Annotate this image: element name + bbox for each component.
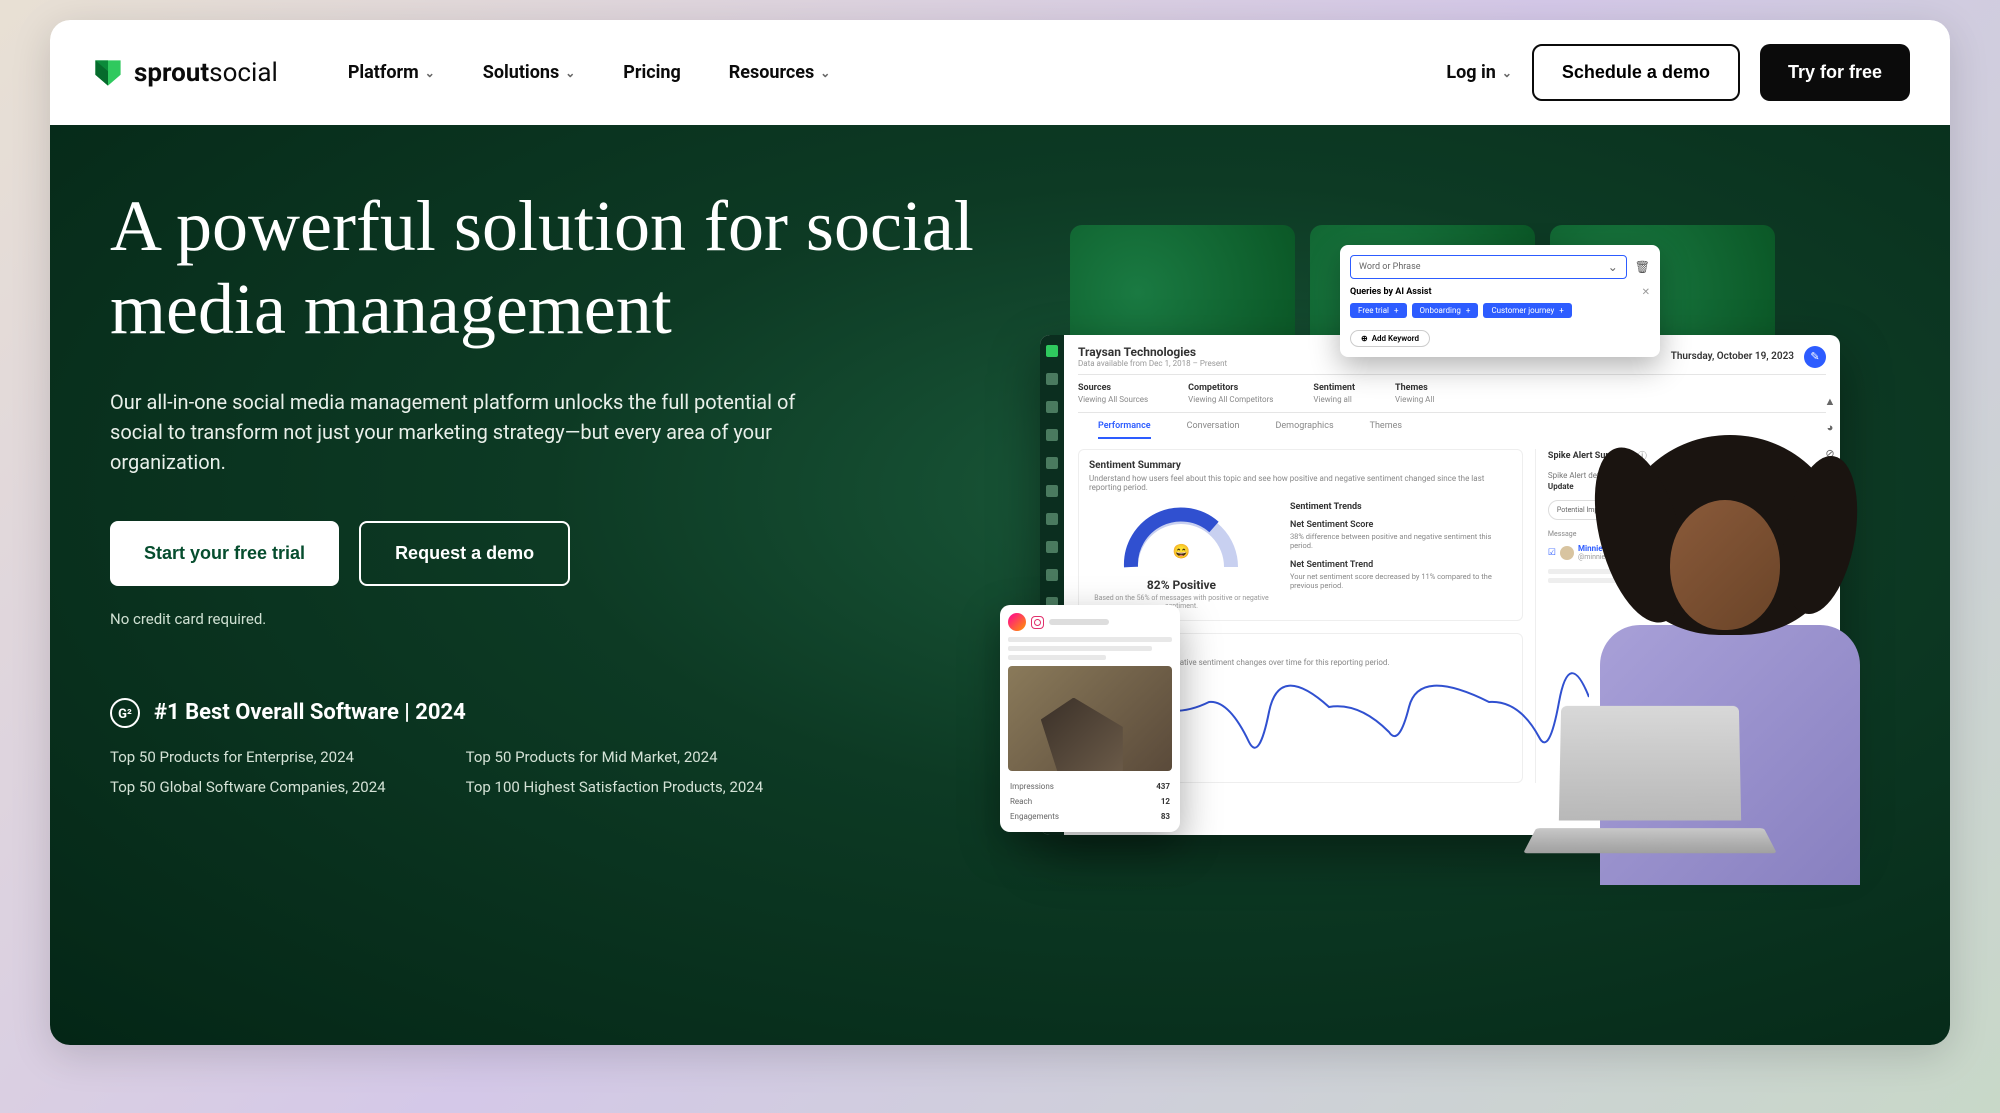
laptop bbox=[1530, 705, 1770, 865]
award-item: Top 100 Highest Satisfaction Products, 2… bbox=[466, 778, 764, 796]
hero-title: A powerful solution for social media man… bbox=[110, 185, 990, 351]
sidebar-nav-icon[interactable] bbox=[1046, 373, 1058, 385]
query-chip[interactable]: Free trial+ bbox=[1350, 303, 1407, 318]
nav-resources[interactable]: Resources⌄ bbox=[729, 62, 831, 83]
award-headline: G² #1 Best Overall Software | 2024 bbox=[110, 698, 990, 728]
card-desc: Understand how users feel about this top… bbox=[1089, 474, 1512, 492]
hero-content: A powerful solution for social media man… bbox=[110, 185, 1030, 1005]
placeholder-line bbox=[1008, 646, 1152, 651]
sidebar-nav-icon[interactable] bbox=[1046, 541, 1058, 553]
query-chip[interactable]: Onboarding+ bbox=[1412, 303, 1479, 318]
brand-name: sproutsocial bbox=[134, 58, 278, 88]
tab-conversation[interactable]: Conversation bbox=[1187, 421, 1240, 439]
query-chip[interactable]: Customer journey+ bbox=[1483, 303, 1571, 318]
query-section-label: Queries by AI Assist bbox=[1350, 287, 1650, 297]
dashboard-date: Thursday, October 19, 2023 bbox=[1671, 351, 1794, 362]
add-keyword-button[interactable]: ⊕Add Keyword bbox=[1350, 330, 1430, 347]
tab-themes[interactable]: Themes bbox=[1370, 421, 1402, 439]
sidebar-logo-icon[interactable] bbox=[1046, 345, 1058, 357]
query-input[interactable]: Word or Phrase⌄ bbox=[1350, 255, 1627, 279]
edit-icon[interactable]: ✎ bbox=[1804, 346, 1826, 368]
sidebar-nav-icon[interactable] bbox=[1046, 513, 1058, 525]
filter-competitors[interactable]: CompetitorsViewing All Competitors bbox=[1188, 383, 1273, 404]
chevron-down-icon: ⌄ bbox=[820, 66, 830, 80]
nav-platform[interactable]: Platform⌄ bbox=[348, 62, 435, 83]
person-with-laptop bbox=[1500, 405, 1880, 905]
schedule-demo-button[interactable]: Schedule a demo bbox=[1532, 44, 1740, 101]
close-icon[interactable]: ✕ bbox=[1642, 287, 1650, 298]
sentiment-gauge: 😄 82% Positive Based on the 56% of messa… bbox=[1089, 502, 1274, 610]
plus-icon: ⊕ bbox=[1361, 334, 1368, 343]
brand-logo[interactable]: sproutsocial bbox=[90, 55, 278, 91]
svg-text:G²: G² bbox=[118, 707, 132, 722]
nav-pricing[interactable]: Pricing bbox=[623, 62, 680, 83]
hero-section: A powerful solution for social media man… bbox=[50, 125, 1950, 1045]
smile-icon: 😄 bbox=[1173, 544, 1190, 560]
product-mockup: Word or Phrase⌄ 🗑 ✕ Queries by AI Assist… bbox=[1030, 225, 1850, 845]
hero-visual: Word or Phrase⌄ 🗑 ✕ Queries by AI Assist… bbox=[1030, 185, 1950, 1005]
award-item: Top 50 Global Software Companies, 2024 bbox=[110, 778, 386, 796]
sidebar-nav-icon[interactable] bbox=[1046, 401, 1058, 413]
sidebar-nav-icon[interactable] bbox=[1046, 569, 1058, 581]
gauge-value: 82% Positive bbox=[1147, 578, 1216, 592]
filter-themes[interactable]: ThemesViewing All bbox=[1395, 383, 1434, 404]
net-trend-label: Net Sentiment Trend bbox=[1290, 560, 1512, 570]
filter-sources[interactable]: SourcesViewing All Sources bbox=[1078, 383, 1148, 404]
tab-demographics[interactable]: Demographics bbox=[1276, 421, 1334, 439]
start-trial-button[interactable]: Start your free trial bbox=[110, 521, 339, 586]
hero-note: No credit card required. bbox=[110, 610, 990, 628]
hero-cta-row: Start your free trial Request a demo bbox=[110, 521, 990, 586]
g2-icon: G² bbox=[110, 698, 140, 728]
stat-engagements: Engagements83 bbox=[1008, 809, 1172, 824]
net-score-desc: 38% difference between positive and nega… bbox=[1290, 532, 1512, 550]
hero-subtitle: Our all-in-one social media management p… bbox=[110, 387, 810, 477]
placeholder-line bbox=[1008, 655, 1106, 660]
net-score-label: Net Sentiment Score bbox=[1290, 520, 1512, 530]
net-trend-desc: Your net sentiment score decreased by 11… bbox=[1290, 572, 1512, 590]
stat-reach: Reach12 bbox=[1008, 794, 1172, 809]
chevron-down-icon: ⌄ bbox=[1502, 66, 1512, 80]
nav-right: Log in⌄ Schedule a demo Try for free bbox=[1446, 44, 1910, 101]
query-chips: Free trial+ Onboarding+ Customer journey… bbox=[1350, 303, 1650, 318]
trash-icon[interactable]: 🗑 bbox=[1635, 260, 1650, 274]
dashboard-company: Traysan Technologies bbox=[1078, 345, 1227, 359]
post-image bbox=[1008, 666, 1172, 771]
chevron-down-icon: ⌄ bbox=[565, 66, 575, 80]
request-demo-button[interactable]: Request a demo bbox=[359, 521, 570, 586]
award-item: Top 50 Products for Enterprise, 2024 bbox=[110, 748, 386, 766]
sentiment-summary-card: Sentiment Summary Understand how users f… bbox=[1078, 449, 1523, 621]
try-free-button[interactable]: Try for free bbox=[1760, 44, 1910, 101]
award-item: Top 50 Products for Mid Market, 2024 bbox=[466, 748, 764, 766]
dashboard-date-range: Data available from Dec 1, 2018 – Presen… bbox=[1078, 359, 1227, 368]
chevron-down-icon: ⌄ bbox=[1608, 260, 1618, 274]
login-link[interactable]: Log in⌄ bbox=[1446, 62, 1512, 83]
social-post-card: Impressions437 Reach12 Engagements83 bbox=[1000, 605, 1180, 832]
filter-sentiment[interactable]: SentimentViewing all bbox=[1313, 383, 1355, 404]
stat-impressions: Impressions437 bbox=[1008, 779, 1172, 794]
placeholder-name bbox=[1049, 619, 1109, 625]
query-ai-popup: Word or Phrase⌄ 🗑 ✕ Queries by AI Assist… bbox=[1340, 245, 1660, 357]
placeholder-line bbox=[1008, 637, 1172, 642]
sentiment-trends-box: Sentiment Trends Net Sentiment Score 38%… bbox=[1290, 502, 1512, 610]
sidebar-nav-icon[interactable] bbox=[1046, 457, 1058, 469]
sidebar-nav-icon[interactable] bbox=[1046, 485, 1058, 497]
nav-solutions[interactable]: Solutions⌄ bbox=[483, 62, 576, 83]
sprout-leaf-icon bbox=[90, 55, 126, 91]
sidebar-nav-icon[interactable] bbox=[1046, 429, 1058, 441]
avatar bbox=[1008, 613, 1026, 631]
main-navbar: sproutsocial Platform⌄ Solutions⌄ Pricin… bbox=[50, 20, 1950, 125]
nav-links: Platform⌄ Solutions⌄ Pricing Resources⌄ bbox=[348, 62, 831, 83]
award-main-text: #1 Best Overall Software | 2024 bbox=[154, 700, 466, 725]
award-list: Top 50 Products for Enterprise, 2024 Top… bbox=[110, 748, 990, 796]
chevron-down-icon: ⌄ bbox=[425, 66, 435, 80]
trends-title: Sentiment Trends bbox=[1290, 502, 1512, 512]
instagram-icon bbox=[1031, 616, 1044, 629]
card-title: Sentiment Summary bbox=[1089, 460, 1512, 471]
tab-performance[interactable]: Performance bbox=[1098, 421, 1151, 439]
